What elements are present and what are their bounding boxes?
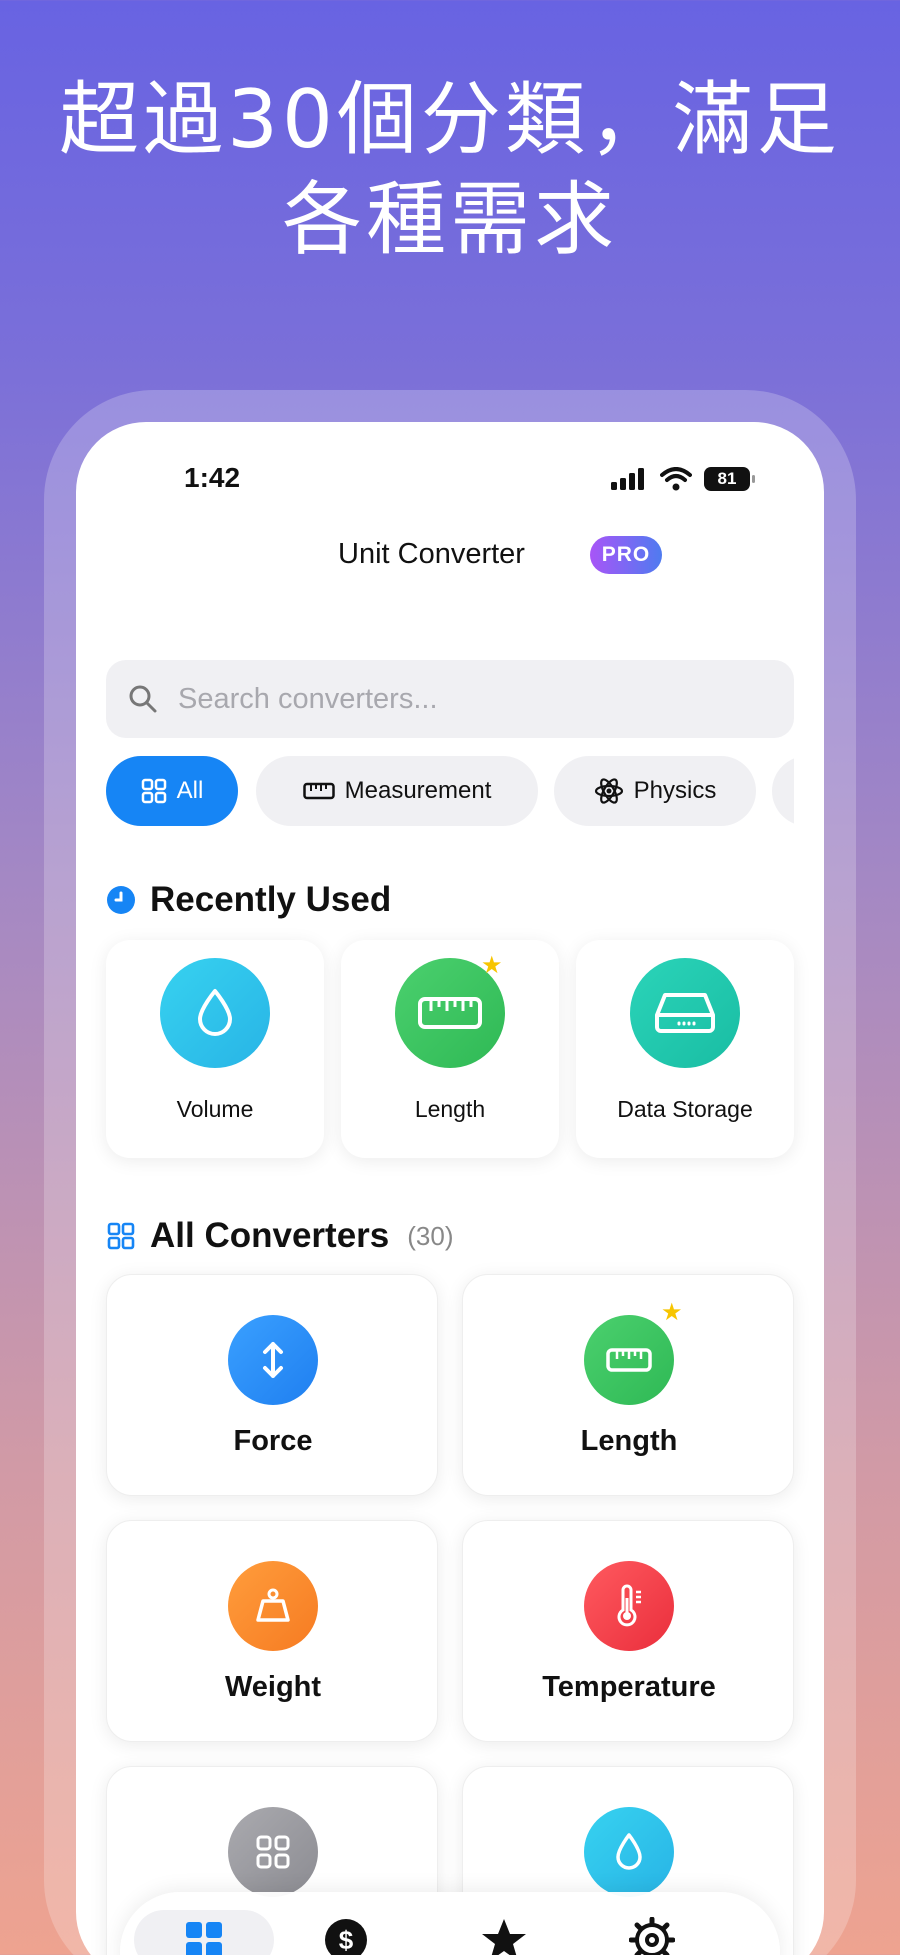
- chip-measurement-label: Measurement: [344, 777, 492, 804]
- converter-label: Temperature: [542, 1671, 716, 1703]
- search-bar[interactable]: [106, 660, 794, 738]
- recent-title: Recently Used: [150, 880, 392, 919]
- converter-label: Length: [580, 1425, 678, 1457]
- recent-card-label: Data Storage: [617, 1096, 753, 1122]
- tab-bar: $: [120, 1892, 780, 1955]
- storage-circle: [630, 958, 740, 1068]
- recent-card-length[interactable]: ★ Length: [341, 940, 559, 1158]
- length-circle: [584, 1315, 674, 1405]
- converter-label: Weight: [224, 1671, 322, 1703]
- tab-settings[interactable]: [612, 1910, 692, 1955]
- chip-measurement[interactable]: Measurement: [256, 756, 538, 826]
- converter-card-weight[interactable]: Weight: [106, 1520, 438, 1742]
- temperature-circle: [584, 1561, 674, 1651]
- star-icon: [482, 1919, 526, 1955]
- signal-icon: [611, 468, 644, 490]
- category-chips: All Measurement Physics: [106, 756, 794, 826]
- weight-icon: [256, 1588, 290, 1622]
- search-icon: [129, 685, 157, 713]
- battery-indicator: 81: [704, 467, 755, 491]
- converter-label: Force: [233, 1425, 313, 1457]
- drop-icon: [616, 1833, 642, 1870]
- storage-icon: [655, 993, 715, 1033]
- chip-physics-label: Physics: [633, 777, 717, 804]
- recent-card-volume[interactable]: Volume: [106, 940, 324, 1158]
- favorite-star-icon: ★: [661, 1299, 683, 1326]
- wifi-icon: [660, 467, 692, 491]
- misc-circle: [228, 1807, 318, 1897]
- grid-icon: [141, 778, 166, 804]
- promo-headline: 超過30個分類，滿足 各種需求: [0, 70, 900, 270]
- status-time: 1:42: [184, 462, 241, 493]
- svg-text:$: $: [339, 1925, 354, 1955]
- volume-circle: [160, 958, 270, 1068]
- grid-icon: [256, 1835, 290, 1869]
- atom-icon: [594, 778, 623, 804]
- promo-line-1: 超過30個分類，滿足: [59, 73, 841, 166]
- force-circle: [228, 1315, 318, 1405]
- recent-section-header: Recently Used: [106, 880, 391, 920]
- favorite-star-icon: ★: [481, 952, 503, 979]
- all-section-header: All Converters (30): [106, 1216, 454, 1256]
- volume-circle: [584, 1807, 674, 1897]
- converter-count: (30): [407, 1220, 454, 1251]
- converter-card-force[interactable]: Force: [106, 1274, 438, 1496]
- app-title: Unit Converter: [338, 538, 525, 570]
- phone-screen: 1:42 81 Unit Converter PRO Search conver…: [76, 422, 824, 1955]
- recent-card-data-storage[interactable]: Data Storage: [576, 940, 794, 1158]
- promo-line-2: 各種需求: [282, 173, 618, 266]
- weight-circle: [228, 1561, 318, 1651]
- chip-physics[interactable]: Physics: [554, 756, 756, 826]
- all-title: All Converters: [150, 1216, 390, 1255]
- chip-more[interactable]: [772, 756, 794, 826]
- tab-converters[interactable]: [134, 1910, 274, 1955]
- drop-icon: [198, 989, 232, 1036]
- converter-card-temperature[interactable]: Temperature: [462, 1520, 794, 1742]
- pro-badge[interactable]: PRO: [590, 536, 662, 574]
- grid-icon: [107, 1222, 135, 1250]
- ruler-icon: [606, 1348, 652, 1372]
- recent-card-label: Length: [414, 1096, 486, 1122]
- arrows-vertical-icon: [263, 1342, 283, 1378]
- thermometer-icon: [617, 1584, 641, 1627]
- status-icons: 81: [610, 464, 755, 494]
- chip-all[interactable]: All: [106, 756, 238, 826]
- dollar-icon: $: [325, 1919, 367, 1955]
- converter-card-length[interactable]: ★ Length: [462, 1274, 794, 1496]
- grid-icon: [186, 1922, 222, 1955]
- title-row: Unit Converter PRO: [76, 534, 824, 578]
- clock-icon: [107, 886, 135, 914]
- tab-currency[interactable]: $: [306, 1910, 386, 1955]
- gear-icon: [629, 1917, 675, 1955]
- tab-favorites[interactable]: [464, 1910, 544, 1955]
- recent-card-label: Volume: [176, 1096, 254, 1122]
- ruler-icon: [302, 782, 335, 800]
- ruler-icon: [418, 997, 482, 1029]
- search-input[interactable]: [178, 682, 738, 716]
- chip-all-label: All: [176, 777, 204, 804]
